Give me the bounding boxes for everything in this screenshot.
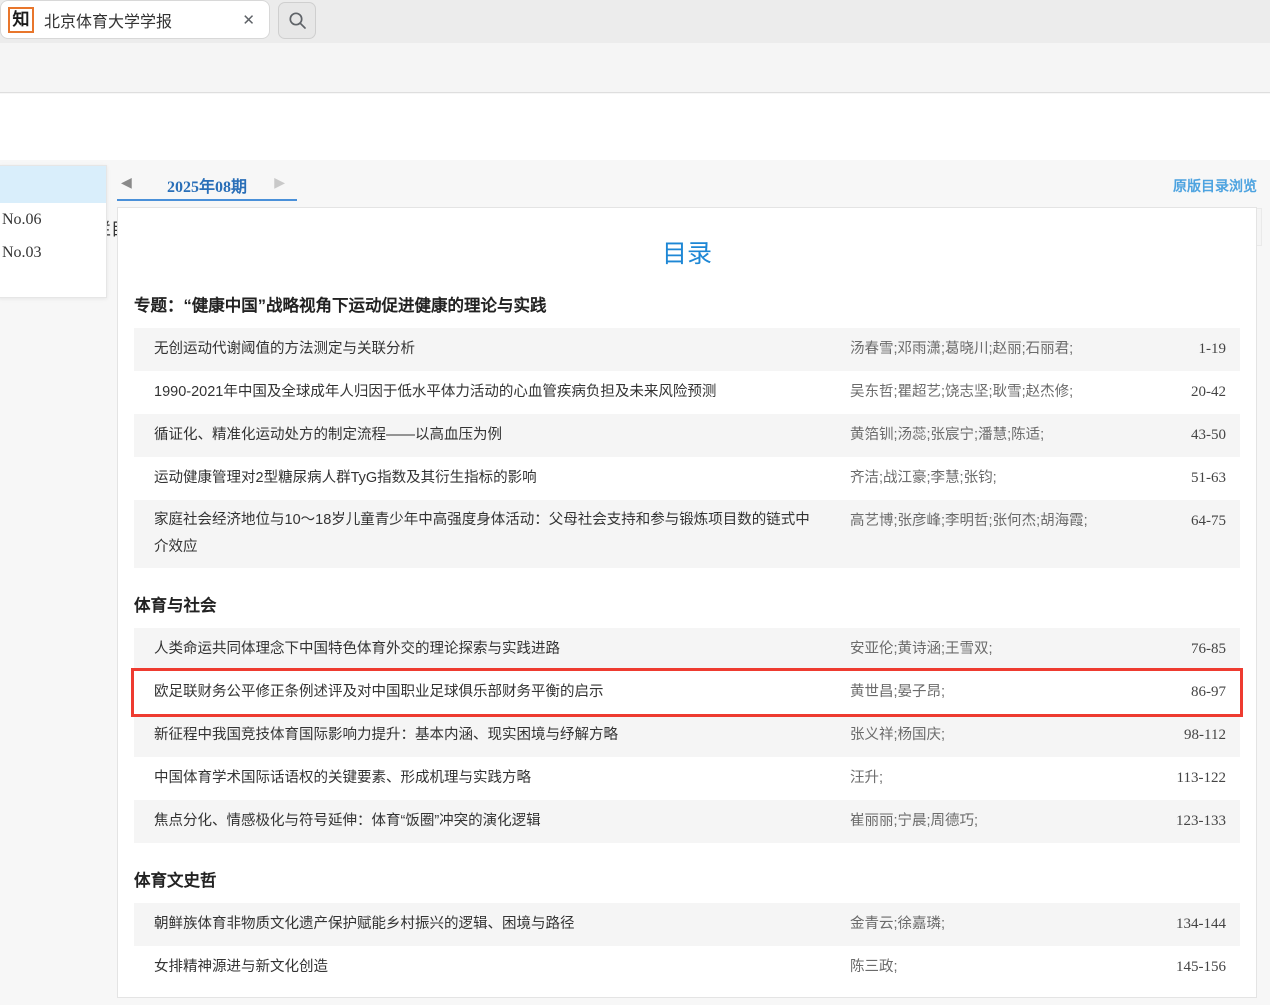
- article-row[interactable]: 女排精神源进与新文化创造陈三政;145-156: [134, 946, 1240, 989]
- article-pages: 20-42: [1128, 379, 1240, 406]
- article-row[interactable]: 新征程中我国竞技体育国际影响力提升：基本内涵、现实困境与纾解方略张义祥;杨国庆;…: [134, 714, 1240, 757]
- article-title-link[interactable]: 运动健康管理对2型糖尿病人群TyG指数及其衍生指标的影响: [134, 465, 850, 492]
- journal-tab-title: 北京体育大学学报: [44, 8, 238, 32]
- article-row[interactable]: 循证化、精准化运动处方的制定流程——以高血压为例黄箔钏;汤蕊;张宸宁;潘慧;陈适…: [134, 414, 1240, 457]
- current-issue-tab[interactable]: 2025年08期: [117, 173, 297, 197]
- search-button[interactable]: [278, 2, 316, 39]
- sidebar-item-selected[interactable]: [0, 166, 106, 203]
- article-row[interactable]: 朝鲜族体育非物质文化遗产保护赋能乡村振兴的逻辑、困境与路径金青云;徐嘉璘;134…: [134, 903, 1240, 946]
- article-authors[interactable]: 陈三政;: [850, 954, 1128, 981]
- article-pages: 98-112: [1128, 722, 1240, 749]
- article-authors[interactable]: 高艺博;张彦峰;李明哲;张何杰;胡海霞;: [850, 507, 1128, 535]
- article-row[interactable]: 无创运动代谢阈值的方法测定与关联分析汤春雪;邓雨潇;葛晓川;赵丽;石丽君;1-1…: [134, 328, 1240, 371]
- article-pages: 43-50: [1128, 422, 1240, 449]
- article-row[interactable]: 家庭社会经济地位与10～18岁儿童青少年中高强度身体活动：父母社会支持和参与锻炼…: [134, 500, 1240, 568]
- article-authors[interactable]: 张义祥;杨国庆;: [850, 722, 1128, 749]
- article-title-link[interactable]: 新征程中我国竞技体育国际影响力提升：基本内涵、现实困境与纾解方略: [134, 722, 850, 749]
- article-row[interactable]: 运动健康管理对2型糖尿病人群TyG指数及其衍生指标的影响齐洁;战江豪;李慧;张钧…: [134, 457, 1240, 500]
- article-title-link[interactable]: 循证化、精准化运动处方的制定流程——以高血压为例: [134, 422, 850, 449]
- article-row[interactable]: 人类命运共同体理念下中国特色体育外交的理论探索与实践进路安亚伦;黄诗涵;王雪双;…: [134, 628, 1240, 671]
- article-authors[interactable]: 崔丽丽;宁晨;周德巧;: [850, 808, 1128, 835]
- search-icon: [288, 11, 307, 30]
- section-header: 体育与社会: [134, 592, 1240, 616]
- article-title-link[interactable]: 1990-2021年中国及全球成年人归因于低水平体力活动的心血管疾病负担及未来风…: [134, 379, 850, 406]
- article-row[interactable]: 欧足联财务公平修正条例述评及对中国职业足球俱乐部财务平衡的启示黄世昌;晏子昂;8…: [134, 671, 1240, 714]
- article-authors[interactable]: 安亚伦;黄诗涵;王雪双;: [850, 636, 1128, 663]
- article-authors[interactable]: 汤春雪;邓雨潇;葛晓川;赵丽;石丽君;: [850, 336, 1128, 363]
- sidebar-item[interactable]: No.06: [0, 203, 106, 236]
- issue-tab-bar: ◀ 2025年08期 ▶: [117, 166, 297, 201]
- header-band: [0, 43, 1270, 93]
- article-title-link[interactable]: 朝鲜族体育非物质文化遗产保护赋能乡村振兴的逻辑、困境与路径: [134, 911, 850, 938]
- toc-title: 目录: [118, 234, 1256, 270]
- article-title-link[interactable]: 人类命运共同体理念下中国特色体育外交的理论探索与实践进路: [134, 636, 850, 663]
- article-title-link[interactable]: 焦点分化、情感极化与符号延伸：体育“饭圈”冲突的演化逻辑: [134, 808, 850, 835]
- article-title-link[interactable]: 家庭社会经济地位与10～18岁儿童青少年中高强度身体活动：父母社会支持和参与锻炼…: [134, 507, 850, 561]
- article-row[interactable]: 中国体育学术国际话语权的关键要素、形成机理与实践方略汪升;113-122: [134, 757, 1240, 800]
- article-pages: 76-85: [1128, 636, 1240, 663]
- article-pages: 123-133: [1128, 808, 1240, 835]
- article-authors[interactable]: 吴东哲;瞿超艺;饶志坚;耿雪;赵杰修;: [850, 379, 1128, 406]
- issue-sidebar: No.06 No.03: [0, 165, 107, 298]
- article-pages: 134-144: [1128, 911, 1240, 938]
- toc-sections: 专题：“健康中国”战略视角下运动促进健康的理论与实践无创运动代谢阈值的方法测定与…: [118, 292, 1256, 989]
- article-row[interactable]: 焦点分化、情感极化与符号延伸：体育“饭圈”冲突的演化逻辑崔丽丽;宁晨;周德巧;1…: [134, 800, 1240, 843]
- article-authors[interactable]: 黄世昌;晏子昂;: [850, 679, 1128, 706]
- article-pages: 64-75: [1128, 507, 1240, 535]
- article-title-link[interactable]: 欧足联财务公平修正条例述评及对中国职业足球俱乐部财务平衡的启示: [134, 679, 850, 706]
- cnki-logo-icon: 知: [8, 7, 34, 33]
- article-authors[interactable]: 齐洁;战江豪;李慧;张钧;: [850, 465, 1128, 492]
- next-issue-icon[interactable]: ▶: [274, 174, 285, 191]
- original-toc-link[interactable]: 原版目录浏览: [1173, 176, 1257, 196]
- article-pages: 145-156: [1128, 954, 1240, 981]
- article-pages: 86-97: [1128, 679, 1240, 706]
- article-pages: 1-19: [1128, 336, 1240, 363]
- article-pages: 51-63: [1128, 465, 1240, 492]
- close-icon[interactable]: ✕: [238, 9, 259, 31]
- section-header: 专题：“健康中国”战略视角下运动促进健康的理论与实践: [134, 292, 1240, 316]
- article-title-link[interactable]: 中国体育学术国际话语权的关键要素、形成机理与实践方略: [134, 765, 850, 792]
- article-authors[interactable]: 汪升;: [850, 765, 1128, 792]
- article-row[interactable]: 1990-2021年中国及全球成年人归因于低水平体力活动的心血管疾病负担及未来风…: [134, 371, 1240, 414]
- journal-tab[interactable]: 知 北京体育大学学报 ✕: [0, 0, 270, 39]
- tab-underline: [117, 199, 297, 201]
- article-title-link[interactable]: 无创运动代谢阈值的方法测定与关联分析: [134, 336, 850, 363]
- section-header: 体育文史哲: [134, 867, 1240, 891]
- sidebar-item[interactable]: No.03: [0, 236, 106, 269]
- toc-panel: 目录 专题：“健康中国”战略视角下运动促进健康的理论与实践无创运动代谢阈值的方法…: [117, 207, 1257, 998]
- browse-nav: 览 栏目浏览 统计与评价 主题: [0, 94, 1270, 160]
- article-title-link[interactable]: 女排精神源进与新文化创造: [134, 954, 850, 981]
- article-authors[interactable]: 金青云;徐嘉璘;: [850, 911, 1128, 938]
- article-pages: 113-122: [1128, 765, 1240, 792]
- top-bar: 知 北京体育大学学报 ✕: [0, 0, 1270, 43]
- article-authors[interactable]: 黄箔钏;汤蕊;张宸宁;潘慧;陈适;: [850, 422, 1128, 449]
